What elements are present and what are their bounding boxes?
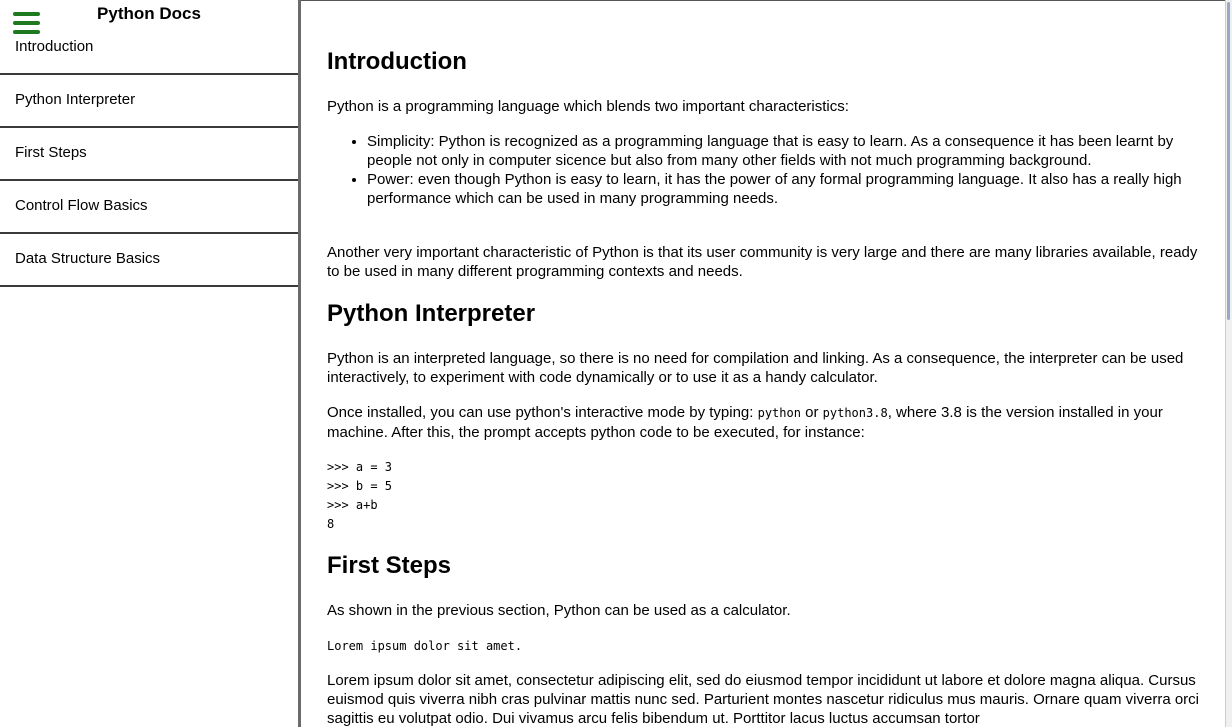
inline-code-python38: python3.8 <box>822 406 888 420</box>
sidebar-nav: Introduction Python Interpreter First St… <box>0 22 298 287</box>
section-heading-introduction: Introduction <box>327 48 467 75</box>
list-item: Power: even though Python is easy to lea… <box>367 170 1205 208</box>
sidebar-item-introduction[interactable]: Introduction <box>0 22 298 75</box>
sidebar: Python Docs Introduction Python Interpre… <box>0 0 301 727</box>
sidebar-title: Python Docs <box>97 4 201 23</box>
code-line: 8 <box>327 517 335 531</box>
sidebar-item-first-steps[interactable]: First Steps <box>0 128 298 181</box>
intro-bullet-list: Simplicity: Python is recognized as a pr… <box>327 132 1205 208</box>
app-window: Python Docs Introduction Python Interpre… <box>0 0 1232 727</box>
interpreter-text-start: Once installed, you can use python's int… <box>327 404 758 421</box>
interpreter-paragraph-1: Python is an interpreted language, so th… <box>327 350 1184 386</box>
intro-paragraph-1: Python is a programming language which b… <box>327 98 849 115</box>
code-block-first-steps: Lorem ipsum dolor sit amet. <box>327 639 523 653</box>
list-item: Simplicity: Python is recognized as a pr… <box>367 132 1205 170</box>
first-steps-paragraph-2: Lorem ipsum dolor sit amet, consectetur … <box>327 672 1200 727</box>
interpreter-text-or: or <box>800 404 823 421</box>
interpreter-paragraph-2: Once installed, you can use python's int… <box>327 403 1205 442</box>
code-line: >>> b = 5 <box>327 479 393 493</box>
first-steps-paragraph-1: As shown in the previous section, Python… <box>327 602 791 619</box>
intro-paragraph-2: Another very important characteristic of… <box>327 244 1198 280</box>
scrollbar-thumb[interactable] <box>1227 2 1230 320</box>
main-content: Introduction Python is a programming lan… <box>327 0 1205 727</box>
inline-code-python: python <box>757 406 801 420</box>
code-line: >>> a = 3 <box>327 460 393 474</box>
code-line: >>> a+b <box>327 498 378 512</box>
sidebar-item-python-interpreter[interactable]: Python Interpreter <box>0 75 298 128</box>
vertical-scrollbar[interactable] <box>1225 0 1232 727</box>
sidebar-item-data-structure-basics[interactable]: Data Structure Basics <box>0 234 298 287</box>
section-heading-python-interpreter: Python Interpreter <box>327 300 536 327</box>
sidebar-item-control-flow-basics[interactable]: Control Flow Basics <box>0 181 298 234</box>
code-block-interpreter: >>> a = 3 >>> b = 5 >>> a+b 8 <box>327 458 1205 534</box>
section-heading-first-steps: First Steps <box>327 552 452 579</box>
